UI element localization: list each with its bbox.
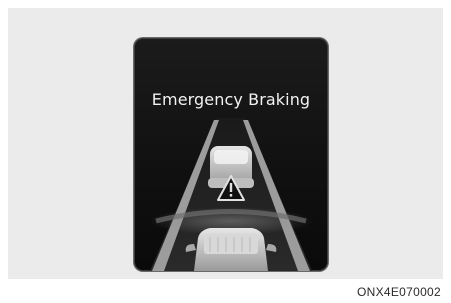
display-title: Emergency Braking: [151, 90, 311, 109]
road-scene: [149, 118, 313, 271]
figure-code: ONX4E070002: [356, 285, 441, 299]
cluster-display-screen: Emergency Braking: [134, 38, 328, 271]
